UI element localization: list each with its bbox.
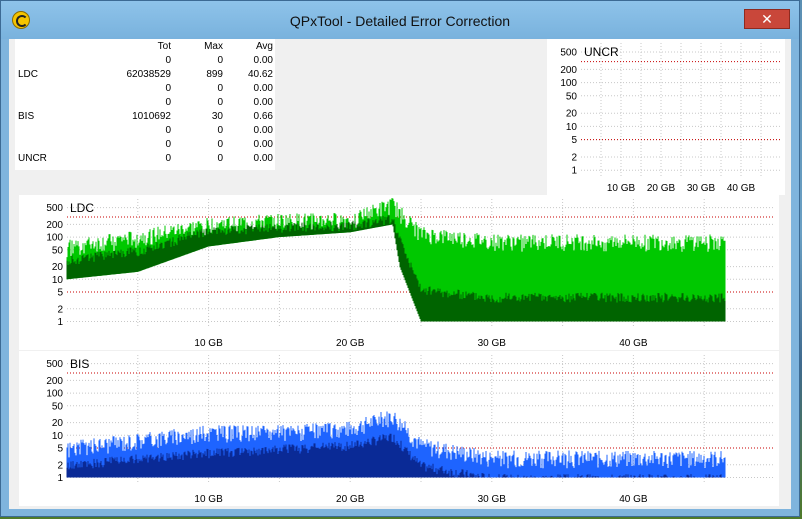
stats-cell-max: 899 [206, 69, 223, 80]
stats-cell-label: BIS [18, 111, 35, 122]
stats-row: BIS 1010692 30 0.66 [15, 111, 275, 125]
stats-cell-max: 0 [217, 83, 223, 94]
chart-title: BIS [70, 357, 89, 371]
x-tick-label: 10 GB [194, 494, 223, 505]
stats-cell-max: 30 [211, 111, 223, 122]
y-tick-label: 5 [57, 443, 63, 454]
y-tick-label: 50 [52, 401, 64, 412]
stats-cell-avg: 0.00 [253, 83, 273, 94]
stats-cell-max: 0 [217, 55, 223, 66]
x-tick-label: 20 GB [336, 494, 365, 505]
x-tick-label: 20 GB [647, 183, 676, 194]
y-tick-label: 1 [57, 317, 63, 328]
stats-cell-tot: 0 [165, 153, 171, 164]
stats-cell-tot: 0 [165, 83, 171, 94]
stats-row: 0 0 0.00 [15, 55, 275, 69]
stats-cell-avg: 40.62 [247, 69, 273, 80]
y-tick-label: 10 [566, 122, 578, 133]
window-title: QPxTool - Detailed Error Correction [289, 13, 511, 29]
y-tick-label: 500 [560, 47, 577, 58]
y-tick-label: 1 [571, 166, 577, 177]
stats-cell-tot: 62038529 [126, 69, 172, 80]
ldc-chart: 1 2 5 10 20 50 100 200 500 10 GB 20 GB 30 GB 40 GB LD… [19, 195, 779, 350]
header-max: Max [204, 41, 223, 52]
stats-cell-tot: 0 [165, 139, 171, 150]
qpxtool-window: QPxTool - Detailed Error Correction ✕ To… [0, 0, 800, 517]
y-tick-label: 20 [52, 418, 64, 429]
stats-cell-avg: 0.66 [253, 111, 273, 122]
x-tick-label: 20 GB [336, 338, 365, 349]
y-tick-label: 2 [57, 460, 63, 471]
stats-cell-avg: 0.00 [253, 125, 273, 136]
stats-cell-max: 0 [217, 153, 223, 164]
stats-cell-max: 0 [217, 97, 223, 108]
x-tick-label: 10 GB [194, 338, 223, 349]
y-tick-label: 500 [46, 359, 63, 370]
y-tick-label: 20 [52, 262, 64, 273]
error-stats-table: Tot Max Avg 0 0 0.00 LDC 62038529 899 40.62 0 0 0… [15, 39, 275, 170]
y-tick-label: 5 [571, 135, 577, 146]
y-tick-label: 5 [57, 287, 63, 298]
x-tick-label: 30 GB [687, 183, 716, 194]
stats-cell-tot: 0 [165, 55, 171, 66]
y-tick-label: 500 [46, 203, 63, 214]
stats-cell-max: 0 [217, 125, 223, 136]
y-tick-label: 2 [571, 153, 577, 164]
stats-row: 0 0 0.00 [15, 97, 275, 111]
x-tick-label: 40 GB [619, 338, 648, 349]
x-tick-label: 30 GB [478, 338, 507, 349]
header-avg: Avg [255, 41, 273, 52]
client-area: Tot Max Avg 0 0 0.00 LDC 62038529 899 40.62 0 0 0… [9, 39, 791, 509]
bis-chart: 1 2 5 10 20 50 100 200 500 10 GB 20 GB 30 GB 40 GB BI… [19, 351, 779, 506]
stats-cell-tot: 0 [165, 125, 171, 136]
stats-cell-label: LDC [18, 69, 39, 80]
y-tick-label: 10 [52, 431, 64, 442]
y-tick-label: 50 [52, 245, 64, 256]
stats-header-row: Tot Max Avg [15, 41, 275, 55]
y-tick-label: 200 [560, 65, 577, 76]
stats-row: UNCR 0 0 0.00 [15, 153, 275, 167]
y-tick-label: 100 [560, 78, 577, 89]
x-tick-label: 40 GB [619, 494, 648, 505]
y-tick-label: 200 [46, 376, 63, 387]
stats-cell-avg: 0.00 [253, 97, 273, 108]
y-tick-label: 2 [57, 304, 63, 315]
bis-series [66, 411, 726, 478]
stats-cell-avg: 0.00 [253, 139, 273, 150]
x-tick-label: 30 GB [478, 494, 507, 505]
x-tick-label: 40 GB [727, 183, 756, 194]
y-tick-label: 50 [566, 91, 578, 102]
stats-row: 0 0 0.00 [15, 139, 275, 153]
ldc-series [66, 197, 726, 322]
stats-row: 0 0 0.00 [15, 83, 275, 97]
stats-cell-avg: 0.00 [253, 55, 273, 66]
y-tick-label: 200 [46, 220, 63, 231]
y-tick-label: 20 [566, 109, 578, 120]
header-tot: Tot [157, 41, 171, 52]
y-tick-label: 100 [46, 233, 63, 244]
stats-row: 0 0 0.00 [15, 125, 275, 139]
y-tick-label: 1 [57, 473, 63, 484]
chart-title: LDC [70, 201, 94, 215]
chart-title: UNCR [584, 45, 619, 59]
stats-cell-tot: 0 [165, 97, 171, 108]
uncr-chart: 1 2 5 10 20 50 100 200 500 10 GB 20 GB 30 GB 40 GB UN… [547, 39, 785, 195]
title-bar[interactable]: QPxTool - Detailed Error Correction ✕ [1, 1, 799, 39]
y-tick-label: 10 [52, 275, 64, 286]
stats-cell-tot: 1010692 [132, 111, 171, 122]
y-tick-label: 100 [46, 389, 63, 400]
stats-cell-avg: 0.00 [253, 153, 273, 164]
stats-cell-label: UNCR [18, 153, 47, 164]
x-tick-label: 10 GB [607, 183, 636, 194]
close-button[interactable]: ✕ [744, 9, 790, 29]
stats-cell-max: 0 [217, 139, 223, 150]
stats-row: LDC 62038529 899 40.62 [15, 69, 275, 83]
